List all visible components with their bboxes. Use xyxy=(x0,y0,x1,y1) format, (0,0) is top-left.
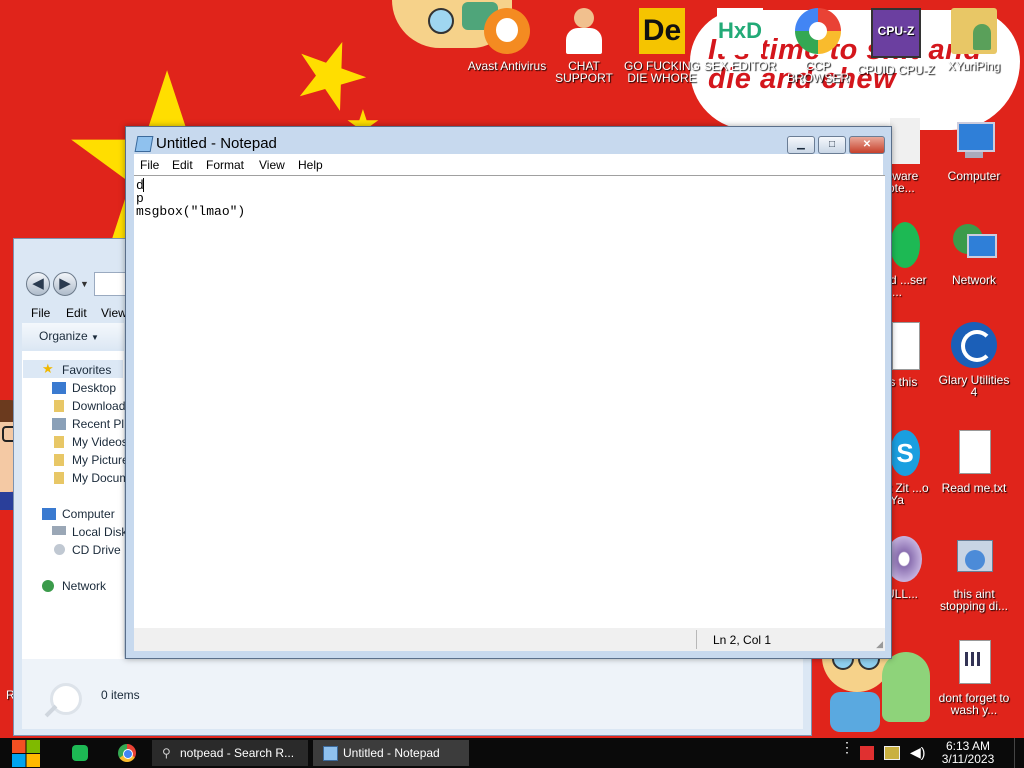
explorer-status: 0 items xyxy=(101,688,140,702)
maximize-button[interactable]: □ xyxy=(818,136,846,154)
notepad-window[interactable]: Untitled - Notepad ▁ □ ✕ File Edit Forma… xyxy=(125,126,892,659)
text-cursor xyxy=(143,178,144,192)
menu-format[interactable]: Format xyxy=(206,158,244,172)
notepad-text: d p msgbox("lmao") xyxy=(136,178,246,219)
network-icon xyxy=(951,222,997,268)
taskbar-chat-pin[interactable] xyxy=(72,745,88,761)
calendar-file-icon xyxy=(951,640,997,686)
desktop-icon-computer[interactable]: Computer xyxy=(934,118,1014,182)
installer-icon xyxy=(951,536,997,582)
partial-app-icon xyxy=(890,118,920,164)
nav-item-computer[interactable]: Computer xyxy=(62,507,115,521)
notepad-statusbar: Ln 2, Col 1 ◢ xyxy=(134,628,885,651)
text-file-icon xyxy=(951,430,997,476)
desktop-icon-avast[interactable]: Avast Antivirus xyxy=(467,8,547,72)
taskbar: ⚲ notpead - Search R... Untitled - Notep… xyxy=(0,738,1024,768)
glary-icon xyxy=(951,322,997,368)
cd-drive-icon xyxy=(54,544,65,555)
nav-item-documents[interactable]: My Docum xyxy=(72,471,129,485)
desktop-icon-chat-support[interactable]: CHAT SUPPORT xyxy=(544,8,624,84)
star-icon: ★ xyxy=(42,361,54,376)
desktop-icon-ccp-browser[interactable]: CCP BROWSER xyxy=(778,8,858,84)
notepad-icon xyxy=(323,746,338,761)
volume-icon[interactable]: ◀) xyxy=(910,744,925,761)
notepad-icon xyxy=(134,136,154,152)
downloads-icon xyxy=(54,400,64,412)
videos-icon xyxy=(54,436,64,448)
menu-file[interactable]: File xyxy=(140,158,159,172)
spotify-icon xyxy=(890,222,920,268)
explorer-menu-file[interactable]: File xyxy=(31,306,50,320)
documents-icon xyxy=(54,472,64,484)
network-icon xyxy=(42,580,54,592)
desktop-icon-sex-editor[interactable]: HxD SEX EDITOR xyxy=(700,8,780,72)
chrome-like-icon xyxy=(795,8,841,54)
desktop-icon-installer[interactable]: this aint stopping di... xyxy=(934,536,1014,612)
folder-user-icon xyxy=(951,8,997,54)
calendar-file-icon xyxy=(892,322,920,370)
forward-button[interactable]: ▶ xyxy=(53,272,77,296)
nav-history-dropdown[interactable]: ▼ xyxy=(80,279,89,289)
nav-item-recent[interactable]: Recent Pl xyxy=(72,417,124,431)
desktop-icon-dont-forget[interactable]: dont forget to wash y... xyxy=(934,640,1014,716)
nav-item-desktop[interactable]: Desktop xyxy=(72,381,116,395)
windows-logo-lower xyxy=(12,753,40,767)
chevron-down-icon: ▼ xyxy=(91,333,99,342)
notepad-menubar: File Edit Format View Help xyxy=(134,154,883,175)
favorites-label: Favorites xyxy=(62,363,112,377)
explorer-menu-view[interactable]: View xyxy=(101,306,127,320)
desktop-icon-network[interactable]: Network xyxy=(934,222,1014,286)
start-button[interactable] xyxy=(10,739,42,767)
notepad-title: Untitled - Notepad xyxy=(156,135,277,152)
tray-overflow-icon[interactable]: ⋮ xyxy=(840,740,854,754)
clock-date: 3/11/2023 xyxy=(941,752,995,766)
close-button[interactable]: ✕ xyxy=(849,136,885,154)
desktop-icon-readme[interactable]: Read me.txt xyxy=(934,430,1014,494)
hxd-icon: HxD xyxy=(717,8,763,54)
taskbar-chrome-pin[interactable] xyxy=(118,744,136,762)
search-icon: ⚲ xyxy=(162,746,171,760)
recent-places-icon xyxy=(52,418,66,430)
taskbar-item-notepad[interactable]: Untitled - Notepad xyxy=(313,740,469,766)
menu-view[interactable]: View xyxy=(259,158,285,172)
menu-help[interactable]: Help xyxy=(298,158,323,172)
desktop-icon xyxy=(52,382,66,394)
computer-icon xyxy=(951,118,997,164)
resize-grip[interactable]: ◢ xyxy=(876,639,883,650)
back-button[interactable]: ◀ xyxy=(26,272,50,296)
doctor-icon xyxy=(561,8,607,54)
desktop-icon-xyuriping[interactable]: XYuriPing xyxy=(934,8,1014,72)
computer-icon xyxy=(42,508,56,520)
desktop-icon-glary[interactable]: Glary Utilities 4 xyxy=(934,322,1014,398)
local-disk-icon xyxy=(52,526,66,535)
menu-edit[interactable]: Edit xyxy=(172,158,193,172)
nav-item-downloads[interactable]: Download xyxy=(72,399,125,413)
cpuz-icon: CPU-Z xyxy=(871,8,921,58)
network-tray-icon[interactable] xyxy=(884,746,900,760)
organize-button[interactable]: Organize ▼ xyxy=(39,329,99,343)
cursor-position: Ln 2, Col 1 xyxy=(713,633,772,647)
skype-icon: S xyxy=(890,430,920,476)
action-center-flag-icon[interactable] xyxy=(860,746,874,760)
taskbar-item-search[interactable]: ⚲ notpead - Search R... xyxy=(152,740,308,766)
show-desktop-button[interactable] xyxy=(1014,738,1024,768)
pictures-icon xyxy=(54,454,64,466)
nav-item-videos[interactable]: My Videos xyxy=(72,435,128,449)
nav-item-local-disk[interactable]: Local Disk xyxy=(72,525,127,539)
nav-item-pictures[interactable]: My Picture xyxy=(72,453,129,467)
status-divider xyxy=(696,630,697,649)
nav-item-network[interactable]: Network xyxy=(62,579,106,593)
desktop-icon-cpuz[interactable]: CPU-Z CPUID CPU-Z xyxy=(856,8,936,76)
explorer-menu-edit[interactable]: Edit xyxy=(66,306,87,320)
nav-item-cd-drive[interactable]: CD Drive xyxy=(72,543,121,557)
de-icon: De xyxy=(639,8,685,54)
magnifier-icon xyxy=(50,683,82,715)
minimize-button[interactable]: ▁ xyxy=(787,136,815,154)
desktop-icon-go-die[interactable]: De GO FUCKING DIE WHORE xyxy=(622,8,702,84)
avast-icon xyxy=(484,8,530,54)
notepad-text-area[interactable]: d p msgbox("lmao") xyxy=(134,175,885,629)
clock[interactable]: 6:13 AM 3/11/2023 xyxy=(936,740,1000,766)
